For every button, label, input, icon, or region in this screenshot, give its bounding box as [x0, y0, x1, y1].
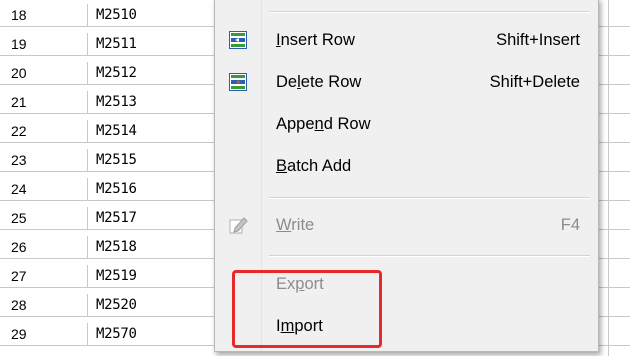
row-number: 28	[0, 294, 88, 316]
delete-row-icon	[229, 73, 247, 91]
write-shortcut: F4	[560, 216, 580, 234]
menu-separator	[269, 11, 590, 13]
row-number: 27	[0, 265, 88, 287]
row-number: 19	[0, 33, 88, 55]
delete-row-shortcut: Shift+Delete	[489, 73, 580, 91]
row-name: M2570	[96, 326, 137, 342]
row-number: 18	[0, 4, 88, 26]
menu-item-delete-row[interactable]: Delete Row Shift+Delete	[215, 65, 598, 101]
insert-row-label: Insert Row	[276, 31, 355, 49]
row-name: M2517	[96, 210, 137, 226]
row-number: 21	[0, 91, 88, 113]
batch-add-label: Batch Add	[276, 157, 352, 175]
grid-column-divider	[608, 0, 609, 356]
menu-item-batch-add[interactable]: Batch Add	[215, 149, 598, 185]
row-name: M2510	[96, 7, 137, 23]
row-number: 26	[0, 236, 88, 258]
insert-row-shortcut: Shift+Insert	[496, 31, 580, 49]
row-name: M2516	[96, 181, 137, 197]
menu-item-write[interactable]: Write F4	[215, 208, 598, 244]
menu-separator	[269, 255, 590, 257]
row-name: M2511	[96, 36, 137, 52]
menu-item-insert-row[interactable]: Insert Row Shift+Insert	[215, 23, 598, 59]
menu-item-append-row[interactable]: Append Row	[215, 107, 598, 143]
row-number: 22	[0, 120, 88, 142]
row-number: 20	[0, 62, 88, 84]
append-row-label: Append Row	[276, 115, 371, 133]
row-name: M2514	[96, 123, 137, 139]
insert-row-icon	[229, 31, 247, 49]
row-name: M2518	[96, 239, 137, 255]
row-number: 25	[0, 207, 88, 229]
row-number: 24	[0, 178, 88, 200]
annotation-highlight-box	[232, 270, 382, 348]
write-pencil-icon	[229, 216, 248, 234]
row-number: 23	[0, 149, 88, 171]
row-name: M2512	[96, 65, 137, 81]
menu-separator	[269, 197, 590, 199]
row-name: M2513	[96, 94, 137, 110]
row-name: M2519	[96, 268, 137, 284]
row-name: M2515	[96, 152, 137, 168]
row-name: M2520	[96, 297, 137, 313]
write-label: Write	[276, 216, 315, 234]
delete-row-label: Delete Row	[276, 73, 362, 91]
row-number: 29	[0, 323, 88, 345]
